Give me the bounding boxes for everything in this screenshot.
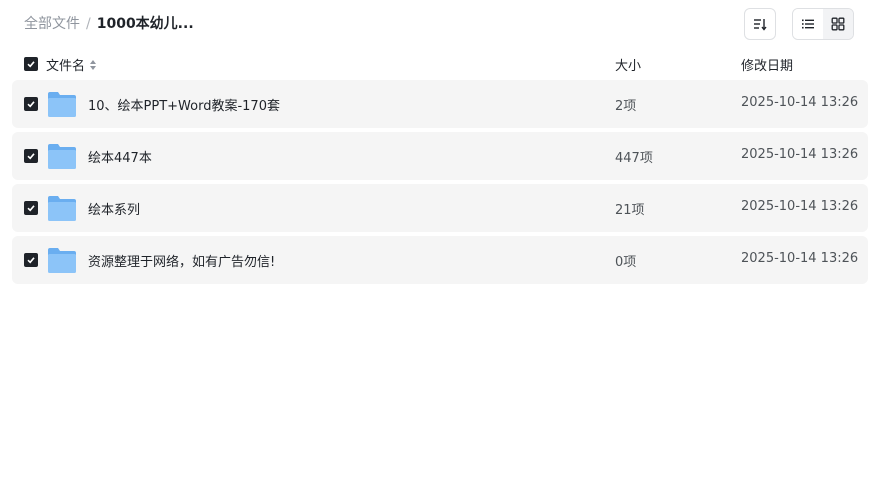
sort-toggle-icon: [90, 59, 97, 70]
breadcrumb-separator: /: [86, 16, 91, 32]
check-icon: [27, 153, 35, 160]
list-icon: [802, 19, 814, 29]
row-checkbox[interactable]: [24, 97, 38, 111]
file-date: 2025-10-14 13:26: [741, 251, 859, 266]
sort-button[interactable]: [744, 8, 776, 40]
file-name[interactable]: 绘本447本: [88, 147, 152, 166]
table-row[interactable]: 绘本系列 21项 2025-10-14 13:26: [12, 184, 868, 232]
folder-icon: [48, 144, 76, 169]
breadcrumb-current: 1000本幼儿...: [96, 16, 194, 32]
folder-icon: [48, 92, 76, 117]
file-size: 447项: [615, 151, 653, 166]
file-name[interactable]: 绘本系列: [88, 199, 140, 218]
file-name[interactable]: 资源整理于网络，如有广告勿信!: [88, 251, 275, 270]
select-all-checkbox[interactable]: [24, 57, 38, 71]
file-date: 2025-10-14 13:26: [741, 199, 859, 214]
file-name[interactable]: 10、绘本PPT+Word教案-170套: [88, 95, 280, 114]
column-header-name[interactable]: 文件名: [46, 55, 97, 74]
file-date: 2025-10-14 13:26: [741, 147, 859, 162]
view-toggle: [792, 8, 854, 40]
folder-icon: [48, 196, 76, 221]
grid-icon: [831, 17, 845, 31]
file-size: 0项: [615, 255, 637, 270]
column-header-size[interactable]: 大小: [615, 55, 641, 74]
check-icon: [27, 205, 35, 212]
table-row[interactable]: 绘本447本 447项 2025-10-14 13:26: [12, 132, 868, 180]
check-icon: [27, 61, 35, 68]
row-checkbox[interactable]: [24, 253, 38, 267]
file-date: 2025-10-14 13:26: [741, 95, 859, 110]
file-size: 21项: [615, 203, 645, 218]
table-row[interactable]: 资源整理于网络，如有广告勿信! 0项 2025-10-14 13:26: [12, 236, 868, 284]
file-list: 10、绘本PPT+Word教案-170套 2项 2025-10-14 13:26…: [12, 80, 868, 288]
row-checkbox[interactable]: [24, 201, 38, 215]
column-header-name-label: 文件名: [46, 59, 86, 74]
grid-view-button[interactable]: [823, 9, 853, 39]
row-checkbox[interactable]: [24, 149, 38, 163]
folder-icon: [48, 248, 76, 273]
list-view-button[interactable]: [793, 9, 823, 39]
check-icon: [27, 101, 35, 108]
breadcrumb: 全部文件 / 1000本幼儿...: [24, 14, 194, 34]
top-bar: 全部文件 / 1000本幼儿...: [0, 0, 878, 48]
breadcrumb-root-link[interactable]: 全部文件: [24, 14, 80, 34]
column-header-date[interactable]: 修改日期: [741, 55, 793, 74]
sort-icon: [754, 19, 767, 31]
table-row[interactable]: 10、绘本PPT+Word教案-170套 2项 2025-10-14 13:26: [12, 80, 868, 128]
check-icon: [27, 257, 35, 264]
file-size: 2项: [615, 99, 637, 114]
table-header: 文件名 大小 修改日期: [12, 52, 868, 76]
